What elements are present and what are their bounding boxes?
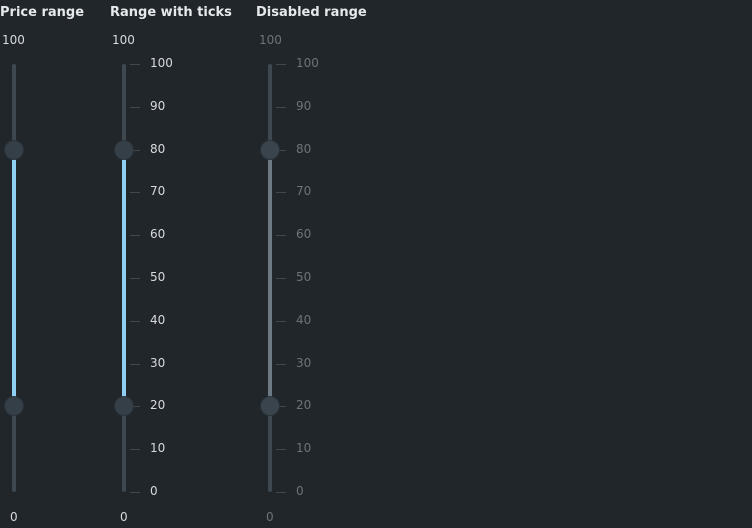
slider-rail[interactable] (12, 64, 16, 492)
slider-range-fill (12, 149, 16, 407)
tick-label: 100 (150, 56, 173, 70)
slider-upper-thumb[interactable] (5, 140, 23, 159)
tick-mark (276, 321, 286, 322)
tick-label: 80 (150, 142, 166, 156)
tick-label: 70 (296, 184, 312, 198)
tick-label: 80 (296, 142, 312, 156)
tick-label: 10 (296, 441, 312, 455)
tick-mark (276, 278, 286, 279)
slider-title: Disabled range (256, 5, 367, 20)
tick-label: 20 (150, 398, 166, 412)
tick-label: 0 (296, 484, 304, 498)
tick-mark (130, 192, 140, 193)
tick-label: 30 (150, 356, 166, 370)
tick-mark (130, 364, 140, 365)
slider-lower-thumb (261, 397, 279, 416)
disabled-range-slider-group: Disabled range 100 100 90 80 70 60 50 40 30 20 10… (256, 0, 396, 528)
tick-label: 50 (150, 270, 166, 284)
slider-upper-thumb (261, 140, 279, 159)
tick-label: 90 (296, 99, 312, 113)
tick-mark (130, 449, 140, 450)
tick-mark (276, 449, 286, 450)
slider-range-fill (268, 149, 272, 407)
slider-min-label: 0 (10, 510, 18, 524)
tick-label: 60 (150, 227, 166, 241)
tick-mark (276, 107, 286, 108)
slider-lower-thumb[interactable] (115, 397, 133, 416)
tick-label: 30 (296, 356, 312, 370)
slider-lower-thumb[interactable] (5, 397, 23, 416)
tick-mark (130, 278, 140, 279)
tick-label: 70 (150, 184, 166, 198)
tick-label: 100 (296, 56, 319, 70)
tick-mark (276, 492, 286, 493)
tick-mark (130, 235, 140, 236)
price-range-slider-group: Price range 100 0 (0, 0, 100, 528)
slider-max-label: 100 (112, 33, 135, 47)
tick-label: 40 (150, 313, 166, 327)
tick-mark (276, 235, 286, 236)
tick-label: 50 (296, 270, 312, 284)
tick-mark (130, 321, 140, 322)
slider-range-fill (122, 149, 126, 407)
tick-mark (130, 492, 140, 493)
tick-label: 40 (296, 313, 312, 327)
slider-rail[interactable] (122, 64, 126, 492)
slider-upper-thumb[interactable] (115, 140, 133, 159)
slider-min-label: 0 (266, 510, 274, 524)
tick-mark (276, 192, 286, 193)
slider-title: Range with ticks (110, 5, 232, 20)
slider-max-label: 100 (2, 33, 25, 47)
slider-max-label: 100 (259, 33, 282, 47)
slider-title: Price range (0, 5, 85, 20)
tick-mark (276, 64, 286, 65)
tick-label: 90 (150, 99, 166, 113)
tick-label: 60 (296, 227, 312, 241)
slider-rail (268, 64, 272, 492)
range-with-ticks-slider-group: Range with ticks 100 100 90 80 70 60 50 40 30 20… (110, 0, 250, 528)
tick-label: 20 (296, 398, 312, 412)
tick-mark (130, 107, 140, 108)
tick-label: 10 (150, 441, 166, 455)
tick-mark (276, 364, 286, 365)
slider-min-label: 0 (120, 510, 128, 524)
tick-mark (130, 64, 140, 65)
tick-label: 0 (150, 484, 158, 498)
